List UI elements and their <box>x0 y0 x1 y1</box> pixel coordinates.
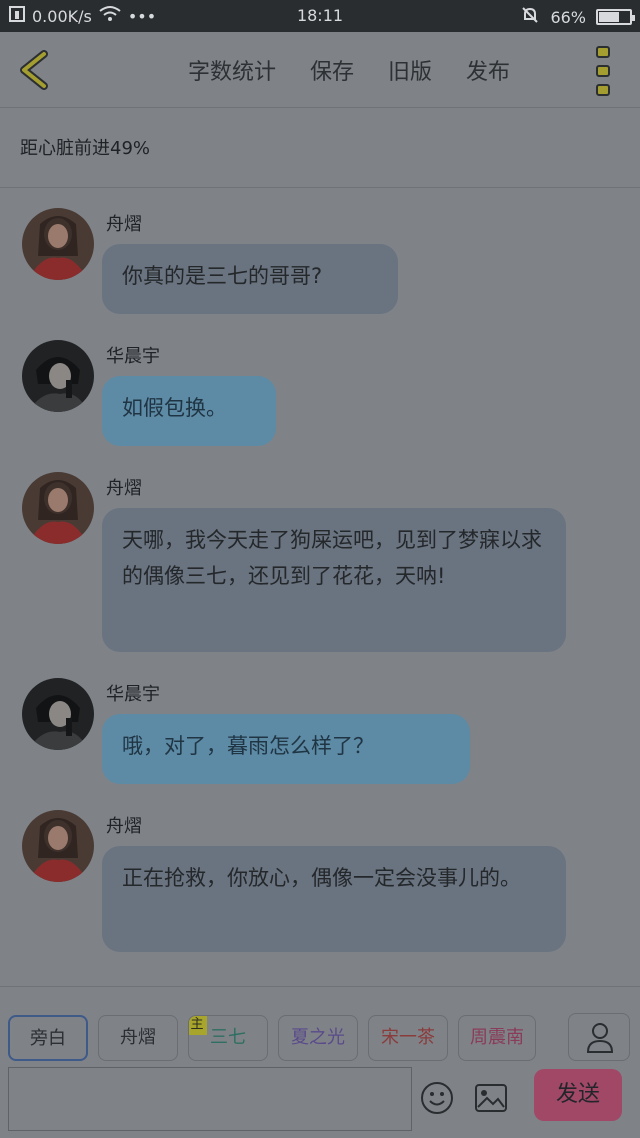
message-bubble: 正在抢救，你放心，偶像一定会没事儿的。 <box>102 846 566 952</box>
battery-icon <box>596 9 635 25</box>
message-bubble: 哦，对了，暮雨怎么样了？ <box>102 714 470 784</box>
more-options-icon[interactable] <box>596 46 612 96</box>
message-bubble: 如假包换。 <box>102 376 276 446</box>
character-label: 宋一茶 <box>381 1027 435 1048</box>
avatar-zhouyi[interactable] <box>22 472 94 544</box>
image-icon[interactable] <box>474 1083 508 1113</box>
word-count-button[interactable]: 字数统计 <box>188 54 276 86</box>
sender-name: 舟熠 <box>106 214 142 235</box>
top-toolbar: 字数统计 保存 旧版 发布 <box>0 32 640 108</box>
sender-name: 舟熠 <box>106 816 142 837</box>
composer-area: 旁白 舟熠 主 三七 夏之光 宋一茶 周震南 发送 <box>0 986 640 1138</box>
character-selector: 旁白 舟熠 主 三七 夏之光 宋一茶 周震南 <box>8 1015 536 1061</box>
add-character-button[interactable] <box>568 1013 630 1061</box>
publish-button[interactable]: 发布 <box>466 54 510 86</box>
chevron-left-icon <box>20 50 48 90</box>
character-chip[interactable]: 夏之光 <box>278 1015 358 1061</box>
sender-name: 舟熠 <box>106 478 142 499</box>
old-version-button[interactable]: 旧版 <box>388 54 432 86</box>
avatar-zhouyi[interactable] <box>22 810 94 882</box>
character-chip[interactable]: 宋一茶 <box>368 1015 448 1061</box>
message-text: 哦，对了，暮雨怎么样了？ <box>122 734 374 758</box>
character-label: 舟熠 <box>120 1027 156 1048</box>
mute-bell-icon <box>520 5 540 29</box>
sender-name: 华晨宇 <box>106 684 160 705</box>
save-button[interactable]: 保存 <box>310 54 354 86</box>
message-text: 如假包换。 <box>122 396 227 420</box>
progress-section: 距心脏前进49% <box>0 108 640 188</box>
message-input[interactable] <box>8 1067 412 1131</box>
avatar-zhouyi[interactable] <box>22 208 94 280</box>
character-label: 旁白 <box>30 1028 66 1049</box>
status-bar: 0.00K/s ••• 18:11 66% <box>0 0 640 32</box>
avatar-huachenyu[interactable] <box>22 340 94 412</box>
chat-list: 舟熠 你真的是三七的哥哥? 华晨宇 如假包换。 舟熠 天哪，我今天走了狗屎运吧，… <box>0 188 640 986</box>
avatar-huachenyu[interactable] <box>22 678 94 750</box>
character-chip-narrator[interactable]: 旁白 <box>8 1015 88 1061</box>
progress-text: 距心脏前进49% <box>20 138 151 159</box>
character-chip-main[interactable]: 主 三七 <box>188 1015 268 1061</box>
character-label: 三七 <box>210 1027 246 1048</box>
send-button[interactable]: 发送 <box>534 1069 622 1121</box>
battery-percent: 66% <box>550 7 586 27</box>
message-text: 你真的是三七的哥哥? <box>122 264 323 288</box>
character-chip[interactable]: 舟熠 <box>98 1015 178 1061</box>
message-text: 天哪，我今天走了狗屎运吧，见到了梦寐以求的偶像三七，还见到了花花，天呐! <box>122 528 542 588</box>
character-chip[interactable]: 周震南 <box>458 1015 536 1061</box>
back-button[interactable] <box>14 48 54 92</box>
message-bubble: 你真的是三七的哥哥? <box>102 244 398 314</box>
user-icon <box>586 1023 614 1053</box>
character-label: 夏之光 <box>291 1027 345 1048</box>
message-bubble: 天哪，我今天走了狗屎运吧，见到了梦寐以求的偶像三七，还见到了花花，天呐! <box>102 508 566 652</box>
sender-name: 华晨宇 <box>106 346 160 367</box>
character-label: 周震南 <box>470 1027 524 1048</box>
emoji-icon[interactable] <box>420 1081 454 1115</box>
main-badge: 主 <box>189 1016 207 1035</box>
message-text: 正在抢救，你放心，偶像一定会没事儿的。 <box>122 866 521 890</box>
